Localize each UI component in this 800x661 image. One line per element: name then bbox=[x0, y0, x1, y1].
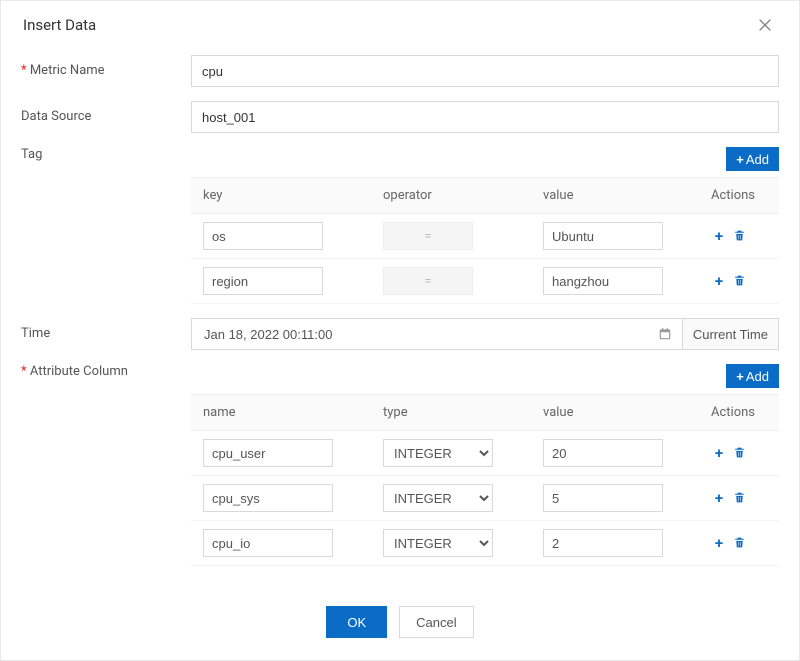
dialog-footer: OK Cancel bbox=[1, 590, 799, 660]
tag-operator-display: = bbox=[383, 222, 473, 250]
tag-header-value: value bbox=[531, 178, 681, 213]
row-metric-name: Metric Name bbox=[21, 55, 779, 87]
attr-row: INTEGER + bbox=[191, 476, 779, 521]
calendar-icon bbox=[658, 327, 672, 341]
attr-value-input[interactable] bbox=[543, 484, 663, 512]
attr-row-add-button[interactable]: + bbox=[711, 490, 727, 506]
attr-type-select[interactable]: INTEGER bbox=[383, 529, 493, 557]
attr-header-actions: Actions bbox=[681, 395, 779, 430]
trash-icon bbox=[733, 274, 746, 287]
current-time-button[interactable]: Current Time bbox=[683, 318, 779, 350]
cancel-button[interactable]: Cancel bbox=[399, 606, 473, 638]
tag-row: = + bbox=[191, 214, 779, 259]
insert-data-dialog: Insert Data Metric Name Data Source Tag bbox=[0, 0, 800, 661]
close-button[interactable] bbox=[753, 15, 777, 35]
label-data-source: Data Source bbox=[21, 101, 191, 124]
attr-type-select[interactable]: INTEGER bbox=[383, 439, 493, 467]
dialog-title: Insert Data bbox=[23, 16, 96, 34]
attr-row-delete-button[interactable] bbox=[731, 445, 747, 461]
attr-add-button[interactable]: +Add bbox=[726, 364, 779, 388]
time-picker[interactable] bbox=[191, 318, 683, 350]
tag-row-add-button[interactable]: + bbox=[711, 228, 727, 244]
add-label: Add bbox=[746, 152, 769, 167]
tag-operator-display: = bbox=[383, 267, 473, 295]
row-attribute-column: Attribute Column +Add name type value Ac… bbox=[21, 364, 779, 566]
attr-table: name type value Actions INTEGER bbox=[191, 394, 779, 566]
plus-icon: + bbox=[736, 152, 744, 167]
tag-value-input[interactable] bbox=[543, 222, 663, 250]
attr-name-input[interactable] bbox=[203, 529, 333, 557]
trash-icon bbox=[733, 229, 746, 242]
attr-header-type: type bbox=[371, 395, 531, 430]
trash-icon bbox=[733, 491, 746, 504]
label-tag: Tag bbox=[21, 147, 191, 162]
plus-icon: + bbox=[736, 369, 744, 384]
attr-row: INTEGER + bbox=[191, 521, 779, 566]
tag-key-input[interactable] bbox=[203, 222, 323, 250]
row-data-source: Data Source bbox=[21, 101, 779, 133]
tag-row-add-button[interactable]: + bbox=[711, 273, 727, 289]
ok-button[interactable]: OK bbox=[326, 606, 387, 638]
attr-value-input[interactable] bbox=[543, 439, 663, 467]
time-input[interactable] bbox=[202, 326, 658, 343]
trash-icon bbox=[733, 446, 746, 459]
trash-icon bbox=[733, 536, 746, 549]
label-metric-name: Metric Name bbox=[21, 55, 191, 78]
tag-key-input[interactable] bbox=[203, 267, 323, 295]
tag-header-key: key bbox=[191, 178, 371, 213]
row-time: Time Current Time bbox=[21, 318, 779, 350]
row-tag: Tag +Add key operator value Actions bbox=[21, 147, 779, 304]
label-attribute-column: Attribute Column bbox=[21, 364, 191, 379]
tag-table: key operator value Actions = + bbox=[191, 177, 779, 304]
metric-name-input[interactable] bbox=[191, 55, 779, 87]
tag-header-actions: Actions bbox=[681, 178, 779, 213]
attr-row: INTEGER + bbox=[191, 431, 779, 476]
tag-value-input[interactable] bbox=[543, 267, 663, 295]
add-label: Add bbox=[746, 369, 769, 384]
dialog-body: Metric Name Data Source Tag +Add bbox=[1, 45, 799, 590]
attr-row-add-button[interactable]: + bbox=[711, 535, 727, 551]
tag-row-delete-button[interactable] bbox=[731, 273, 747, 289]
label-time: Time bbox=[21, 318, 191, 341]
tag-row: = + bbox=[191, 259, 779, 304]
close-icon bbox=[757, 17, 773, 33]
tag-row-delete-button[interactable] bbox=[731, 228, 747, 244]
dialog-header: Insert Data bbox=[1, 1, 799, 45]
attr-type-select[interactable]: INTEGER bbox=[383, 484, 493, 512]
attr-header-name: name bbox=[191, 395, 371, 430]
attr-name-input[interactable] bbox=[203, 439, 333, 467]
tag-header-operator: operator bbox=[371, 178, 531, 213]
attr-row-delete-button[interactable] bbox=[731, 535, 747, 551]
attr-name-input[interactable] bbox=[203, 484, 333, 512]
attr-row-delete-button[interactable] bbox=[731, 490, 747, 506]
data-source-input[interactable] bbox=[191, 101, 779, 133]
tag-add-button[interactable]: +Add bbox=[726, 147, 779, 171]
attr-value-input[interactable] bbox=[543, 529, 663, 557]
attr-header-value: value bbox=[531, 395, 681, 430]
attr-row-add-button[interactable]: + bbox=[711, 445, 727, 461]
